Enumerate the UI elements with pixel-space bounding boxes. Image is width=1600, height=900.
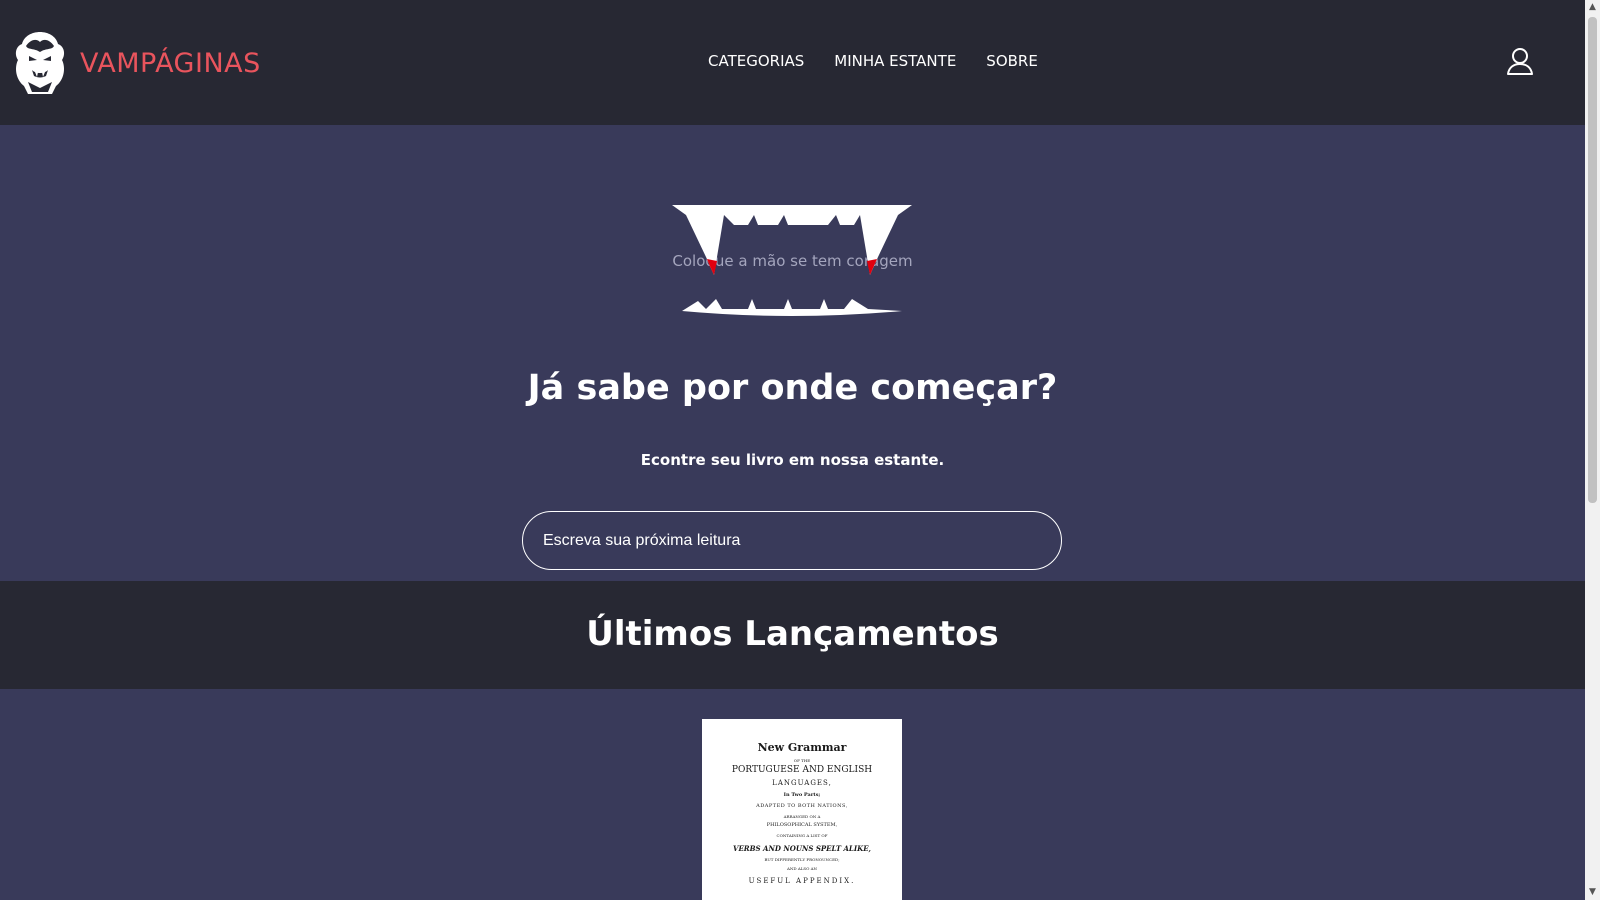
nav-sobre[interactable]: SOBRE [986,52,1038,70]
user-icon [1507,48,1533,75]
hero-section: Coloque a mão se tem coragem Já sabe por… [0,125,1585,581]
vertical-scrollbar[interactable]: ▲ ▼ [1585,0,1600,900]
vampire-logo-icon [15,32,65,94]
book-cover-line: BUT DIFFERENTLY PRONOUNCED; [764,857,840,862]
search-input[interactable] [522,511,1062,570]
book-cover-line: New Grammar [757,741,847,754]
scroll-down-arrow-icon[interactable]: ▼ [1585,885,1600,900]
nav-categorias[interactable]: CATEGORIAS [708,52,804,70]
book-cover-line: ADAPTED TO BOTH NATIONS, [756,803,848,809]
site-header: VAMPÁGINAS CATEGORIAS MINHA ESTANTE SOBR… [0,0,1585,125]
book-card[interactable]: New Grammar OF THE PORTUGUESE AND ENGLIS… [702,719,902,900]
user-account-button[interactable] [1505,46,1535,76]
brand-name: VAMPÁGINAS [80,47,261,79]
vampire-fangs-icon[interactable] [672,205,912,335]
book-cover-line: PHILOSOPHICAL SYSTEM, [766,822,838,828]
scroll-up-arrow-icon[interactable]: ▲ [1585,0,1600,15]
book-cover-line: CONTAINING A LIST OF [776,833,828,838]
book-cover: New Grammar OF THE PORTUGUESE AND ENGLIS… [702,719,902,885]
book-cover-line: In Two Parts; [783,792,821,798]
book-cover-line: PORTUGUESE AND ENGLISH [731,765,873,775]
book-cover-line: ARRANGED ON A [783,814,821,819]
book-cover-line: USEFUL APPENDIX. [748,877,856,885]
hero-title: Já sabe por onde começar? [527,368,1058,408]
book-cover-line: OF THE [793,758,811,763]
hero-subtitle: Econtre seu livro em nossa estante. [640,451,945,469]
releases-title: Últimos Lançamentos [586,614,999,654]
nav-minha-estante[interactable]: MINHA ESTANTE [834,52,956,70]
page: VAMPÁGINAS CATEGORIAS MINHA ESTANTE SOBR… [0,0,1585,900]
book-cover-line: VERBS AND NOUNS SPELT ALIKE, [733,844,871,853]
releases-header: Últimos Lançamentos [0,581,1585,689]
book-cover-line: LANGUAGES, [772,779,832,787]
logo-link[interactable]: VAMPÁGINAS [12,30,261,94]
scrollbar-thumb[interactable] [1588,17,1597,503]
book-cover-line: AND ALSO AN [786,866,818,871]
main-nav: CATEGORIAS MINHA ESTANTE SOBRE [708,52,1068,70]
